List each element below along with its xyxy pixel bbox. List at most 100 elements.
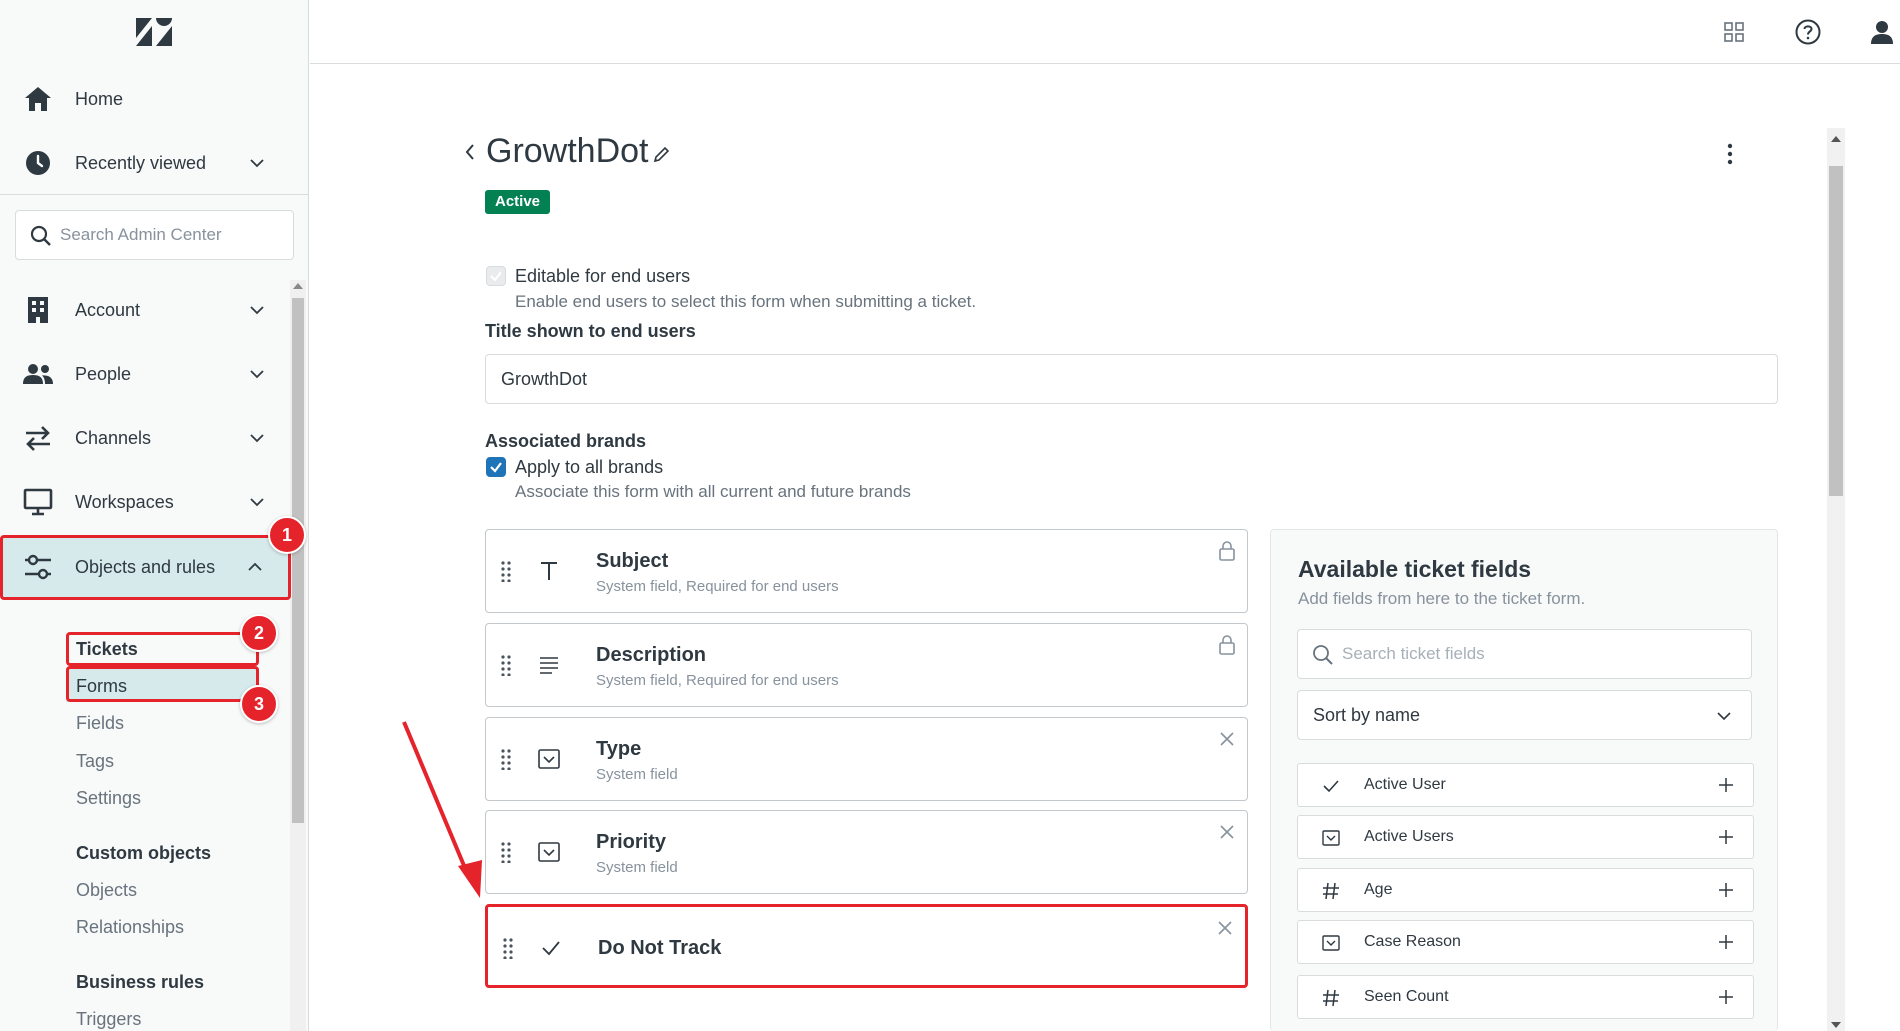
ticket-fields-search-input[interactable] bbox=[1342, 640, 1732, 668]
available-field-name: Active User bbox=[1364, 776, 1446, 793]
submenu-triggers[interactable]: Triggers bbox=[76, 1009, 141, 1030]
submenu-tags[interactable]: Tags bbox=[76, 751, 114, 772]
sort-select[interactable]: Sort by name bbox=[1297, 690, 1752, 740]
close-icon[interactable] bbox=[1217, 821, 1237, 843]
nav-workspaces-label: Workspaces bbox=[75, 491, 174, 512]
apply-all-brands-checkbox[interactable] bbox=[486, 457, 506, 477]
chevron-down-icon bbox=[1717, 712, 1731, 721]
home-icon bbox=[22, 83, 54, 115]
checkbox-icon bbox=[542, 941, 560, 956]
scroll-down-icon[interactable] bbox=[1831, 1022, 1841, 1028]
submenu-heading-custom-objects: Custom objects bbox=[76, 843, 212, 863]
dropdown-icon bbox=[1322, 935, 1340, 951]
drag-handle-icon[interactable] bbox=[500, 841, 512, 863]
admin-search[interactable] bbox=[15, 210, 294, 260]
nav-home[interactable]: Home bbox=[0, 71, 290, 127]
field-name: Description bbox=[596, 644, 707, 666]
form-field-card[interactable]: Subject System field, Required for end u… bbox=[485, 529, 1248, 613]
lock-icon bbox=[1219, 541, 1235, 561]
plus-icon[interactable] bbox=[1717, 933, 1735, 951]
nav-account[interactable]: Account bbox=[0, 282, 290, 338]
step-badge-2: 2 bbox=[240, 614, 278, 652]
nav-recently-viewed[interactable]: Recently viewed bbox=[0, 135, 290, 191]
clock-icon bbox=[22, 147, 54, 179]
drag-handle-icon[interactable] bbox=[502, 937, 514, 959]
scroll-up-icon[interactable] bbox=[293, 283, 303, 289]
number-icon bbox=[1323, 989, 1339, 1007]
available-field-item[interactable]: Active User bbox=[1297, 763, 1754, 807]
apply-all-hint: Associate this form with all current and… bbox=[515, 482, 911, 501]
chevron-down-icon[interactable] bbox=[248, 429, 266, 447]
chevron-down-icon[interactable] bbox=[248, 301, 266, 319]
lock-icon bbox=[1219, 635, 1235, 655]
form-field-card[interactable]: Type System field bbox=[485, 717, 1248, 801]
form-title: GrowthDot bbox=[486, 132, 649, 170]
nav-workspaces[interactable]: Workspaces bbox=[0, 474, 290, 530]
help-icon[interactable] bbox=[1794, 18, 1822, 46]
field-desc: System field bbox=[596, 766, 678, 783]
search-icon bbox=[1313, 645, 1333, 665]
sidebar-scroll-thumb[interactable] bbox=[292, 298, 304, 823]
field-name: Do Not Track bbox=[598, 937, 722, 959]
nav-people-label: People bbox=[75, 363, 132, 384]
close-icon[interactable] bbox=[1217, 728, 1237, 750]
sort-select-value: Sort by name bbox=[1313, 705, 1421, 725]
form-field-card-highlighted[interactable]: Do Not Track bbox=[485, 904, 1248, 988]
submenu-settings[interactable]: Settings bbox=[76, 788, 141, 809]
drag-handle-icon[interactable] bbox=[500, 654, 512, 676]
form-field-card[interactable]: Description System field, Required for e… bbox=[485, 623, 1248, 707]
nav-home-label: Home bbox=[75, 88, 124, 109]
plus-icon[interactable] bbox=[1717, 988, 1735, 1006]
dropdown-icon bbox=[538, 749, 560, 769]
available-field-name: Case Reason bbox=[1364, 933, 1461, 950]
top-bar bbox=[310, 0, 1900, 64]
user-avatar-icon[interactable] bbox=[1868, 18, 1896, 46]
admin-search-input[interactable] bbox=[60, 221, 280, 249]
available-field-item[interactable]: Seen Count bbox=[1297, 975, 1754, 1019]
available-field-name: Active Users bbox=[1364, 828, 1454, 845]
form-field-card[interactable]: Priority System field bbox=[485, 810, 1248, 894]
submenu-fields[interactable]: Fields bbox=[76, 713, 124, 734]
close-icon[interactable] bbox=[1215, 917, 1235, 939]
available-fields-hint: Add fields from here to the ticket form. bbox=[1298, 589, 1586, 608]
apps-grid-icon[interactable] bbox=[1720, 18, 1748, 46]
available-field-item[interactable]: Active Users bbox=[1297, 815, 1754, 859]
plus-icon[interactable] bbox=[1717, 776, 1735, 794]
ticket-fields-search[interactable] bbox=[1297, 629, 1752, 679]
plus-icon[interactable] bbox=[1717, 881, 1735, 899]
available-field-item[interactable]: Case Reason bbox=[1297, 920, 1754, 964]
editable-checkbox[interactable] bbox=[486, 266, 506, 286]
submenu-objects[interactable]: Objects bbox=[76, 880, 137, 901]
back-chevron-icon[interactable] bbox=[462, 140, 478, 164]
available-field-item[interactable]: Age bbox=[1297, 868, 1754, 912]
scroll-up-icon[interactable] bbox=[1831, 136, 1841, 142]
text-icon bbox=[541, 562, 557, 580]
apply-all-label: Apply to all brands bbox=[515, 457, 664, 477]
plus-icon[interactable] bbox=[1717, 828, 1735, 846]
field-desc: System field, Required for end users bbox=[596, 672, 839, 689]
sidebar: Home Recently viewed Account People Chan… bbox=[0, 0, 309, 1031]
chevron-down-icon[interactable] bbox=[248, 493, 266, 511]
drag-handle-icon[interactable] bbox=[500, 560, 512, 582]
pencil-icon[interactable] bbox=[652, 146, 670, 164]
field-name: Type bbox=[596, 738, 642, 760]
nav-account-label: Account bbox=[75, 299, 141, 320]
highlight-tickets bbox=[66, 632, 259, 666]
field-name: Priority bbox=[596, 831, 667, 853]
brands-label: Associated brands bbox=[485, 431, 647, 451]
zendesk-logo[interactable] bbox=[136, 18, 172, 46]
nav-recently-viewed-label: Recently viewed bbox=[75, 152, 207, 173]
monitor-icon bbox=[22, 486, 54, 518]
nav-channels[interactable]: Channels bbox=[0, 410, 290, 466]
chevron-down-icon[interactable] bbox=[248, 154, 266, 172]
drag-handle-icon[interactable] bbox=[500, 748, 512, 770]
main-scroll-thumb[interactable] bbox=[1829, 166, 1843, 496]
more-options-icon[interactable] bbox=[1720, 142, 1740, 166]
people-icon bbox=[22, 358, 54, 390]
nav-people[interactable]: People bbox=[0, 346, 290, 402]
field-name: Subject bbox=[596, 550, 669, 572]
title-shown-input[interactable] bbox=[485, 354, 1778, 404]
submenu-relationships[interactable]: Relationships bbox=[76, 917, 184, 938]
chevron-down-icon[interactable] bbox=[248, 365, 266, 383]
paragraph-icon bbox=[540, 657, 558, 674]
